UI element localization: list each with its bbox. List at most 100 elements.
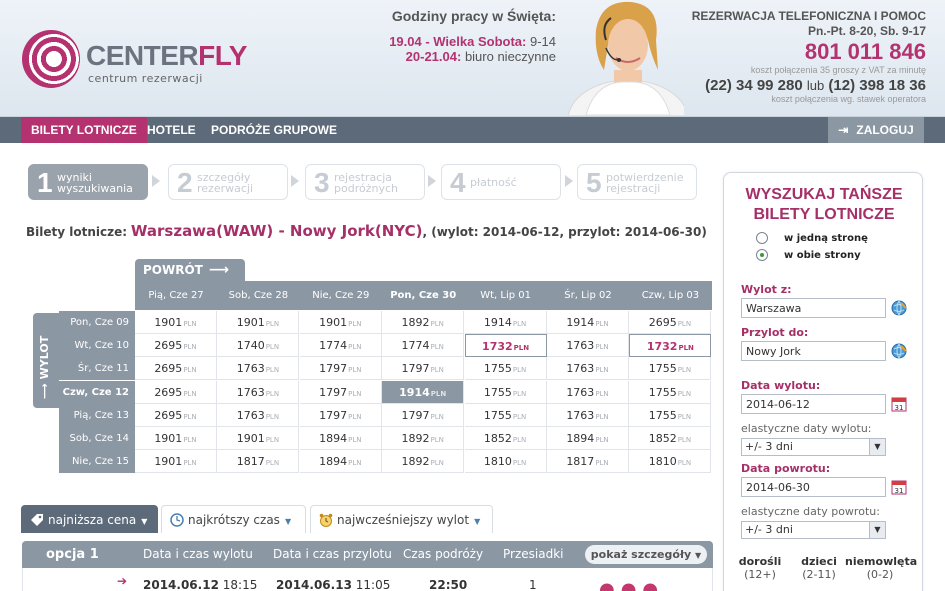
- return-date-header: Sob, Cze 28: [228, 290, 289, 301]
- price-cell[interactable]: 1763PLN: [217, 403, 300, 427]
- price-cell[interactable]: 1901PLN: [135, 311, 217, 334]
- price-cell[interactable]: 1817PLN: [547, 450, 629, 474]
- price-cell[interactable]: 1894PLN: [299, 427, 382, 450]
- nav-group-travel[interactable]: PODRÓŻE GRUPOWE: [201, 117, 347, 143]
- departure-date-label: Data wylotu:: [741, 379, 821, 392]
- return-date-header: Pon, Cze 30: [390, 290, 457, 301]
- price-cell[interactable]: 1740PLN: [217, 334, 300, 358]
- calendar-icon[interactable]: 31: [891, 396, 907, 412]
- price-cell[interactable]: 1763PLN: [547, 357, 629, 381]
- price-cell[interactable]: 1797PLN: [299, 380, 382, 404]
- price-cell[interactable]: 1755PLN: [629, 403, 712, 427]
- price-cell[interactable]: 2695PLN: [135, 403, 217, 427]
- chevron-down-icon: ▼: [284, 517, 292, 526]
- svg-text:31: 31: [895, 404, 904, 412]
- from-input[interactable]: Warszawa: [741, 298, 886, 318]
- price-cell[interactable]: 1763PLN: [217, 380, 300, 404]
- price-cell[interactable]: 2695PLN: [135, 357, 217, 381]
- round-trip-radio[interactable]: [756, 249, 768, 261]
- price-cell[interactable]: 1892PLN: [382, 311, 465, 334]
- price-cell[interactable]: 1852PLN: [464, 427, 547, 450]
- price-cell[interactable]: 1763PLN: [547, 403, 629, 427]
- departure-date-row-label: Sob, Cze 14: [59, 427, 135, 450]
- centerfly-logo[interactable]: CENTERFLY centrum rezerwacji: [22, 30, 282, 90]
- step-number: 4: [450, 167, 466, 198]
- price-cell[interactable]: 1797PLN: [299, 357, 382, 381]
- price-cell[interactable]: 1892PLN: [382, 427, 465, 450]
- route-dates: , (wylot: 2014-06-12, przylot: 2014-06-3…: [422, 225, 707, 239]
- price-cell[interactable]: 1894PLN: [547, 427, 629, 450]
- clock-icon: [170, 513, 184, 527]
- sort-lowest-price-tab[interactable]: najniższa cena ▼: [21, 505, 158, 533]
- price-cell[interactable]: 1901PLN: [135, 450, 217, 474]
- step-2: 2 szczegóły rezerwacji: [168, 164, 288, 200]
- price-cell[interactable]: 1914PLN: [382, 380, 465, 404]
- price-cell[interactable]: 1797PLN: [382, 357, 465, 381]
- price-cell[interactable]: 1755PLN: [464, 403, 547, 427]
- contact-title: REZERWACJA TELEFONICZNA I POMOC: [691, 9, 926, 23]
- price-cell[interactable]: 1755PLN: [629, 380, 712, 404]
- operator-cost-note: koszt połączenia wg. stawek operatora: [771, 94, 926, 104]
- departure-date-row-label: Pią, Cze 13: [59, 403, 135, 427]
- price-cell[interactable]: 1755PLN: [629, 357, 712, 381]
- price-cell[interactable]: 1763PLN: [217, 357, 300, 381]
- return-date-input[interactable]: 2014-06-30: [741, 477, 886, 497]
- route-destination: Nowy Jork(NYC): [289, 222, 423, 240]
- price-cell[interactable]: 2695PLN: [135, 334, 217, 358]
- price-cell[interactable]: 1810PLN: [464, 450, 547, 474]
- price-cell[interactable]: 1901PLN: [217, 427, 300, 450]
- price-cell[interactable]: 1797PLN: [299, 403, 382, 427]
- step-arrow-icon: [428, 175, 436, 187]
- price-cell[interactable]: 1901PLN: [135, 427, 217, 450]
- step-3: 3 rejestracja podróżnych: [305, 164, 425, 200]
- price-cell[interactable]: 1852PLN: [629, 427, 712, 450]
- globe-icon[interactable]: [891, 343, 907, 359]
- result-row[interactable]: ➔ 2014.06.12 18:15 2014.06.13 11:05 22:5…: [22, 568, 713, 591]
- step-1: 1 wyniki wyszukiwania: [28, 164, 148, 200]
- step-number: 1: [37, 167, 53, 198]
- calendar-icon[interactable]: 31: [891, 479, 907, 495]
- price-cell[interactable]: 2695PLN: [135, 380, 217, 404]
- price-cell[interactable]: 1755PLN: [464, 380, 547, 404]
- price-cell[interactable]: 1774PLN: [382, 334, 465, 358]
- price-cell[interactable]: 1914PLN: [464, 311, 547, 334]
- price-cell[interactable]: 1817PLN: [217, 450, 300, 474]
- price-cell[interactable]: 1810PLN: [629, 450, 712, 474]
- price-cell[interactable]: 1797PLN: [382, 403, 465, 427]
- route-origin: Warszawa(WAW): [130, 222, 274, 240]
- price-cell[interactable]: 1901PLN: [217, 311, 300, 334]
- sort-earliest-departure-tab[interactable]: najwcześniejszy wylot ▼: [310, 505, 493, 533]
- price-cell[interactable]: 1732PLN: [629, 334, 712, 358]
- sort-shortest-time-tab[interactable]: najkrótszy czas ▼: [161, 505, 306, 533]
- globe-icon[interactable]: [891, 300, 907, 316]
- one-way-radio[interactable]: [756, 232, 768, 244]
- price-cell[interactable]: 2695PLN: [629, 311, 712, 334]
- route-title: Bilety lotnicze: Warszawa(WAW) - Nowy Jo…: [26, 222, 707, 240]
- main-phone-number[interactable]: 801 011 846: [640, 39, 926, 65]
- price-cell[interactable]: 1732PLN: [464, 334, 547, 358]
- chevron-down-icon: ▼: [695, 551, 702, 560]
- price-cell[interactable]: 1763PLN: [547, 380, 629, 404]
- departure-date-input[interactable]: 2014-06-12: [741, 394, 886, 414]
- return-date-header: Pią, Cze 27: [148, 290, 204, 301]
- price-cell[interactable]: 1763PLN: [547, 334, 629, 358]
- step-label: rejestracja podróżnych: [334, 171, 398, 195]
- price-cell[interactable]: 1892PLN: [382, 450, 465, 474]
- price-cell[interactable]: 1894PLN: [299, 450, 382, 474]
- login-button[interactable]: ⇥ ZALOGUJ: [828, 117, 924, 143]
- nav-hotels[interactable]: HOTELE: [137, 117, 206, 143]
- nav-flights[interactable]: BILETY LOTNICZE: [21, 117, 147, 143]
- price-cell[interactable]: 1914PLN: [547, 311, 629, 334]
- flex-return-select[interactable]: +/- 3 dni ▼: [741, 521, 886, 539]
- alarm-clock-icon: [319, 513, 333, 527]
- sidebar-title: WYSZUKAJ TAŃSZE BILETY LOTNICZE: [745, 186, 903, 223]
- departure-date-row-label: Czw, Cze 12: [59, 380, 135, 404]
- to-input[interactable]: Nowy Jork: [741, 341, 886, 361]
- price-cell[interactable]: 1774PLN: [299, 334, 382, 358]
- show-details-button[interactable]: pokaż szczegóły ▼: [585, 545, 707, 564]
- flex-departure-label: elastyczne daty wylotu:: [741, 422, 872, 435]
- flex-departure-select[interactable]: +/- 3 dni ▼: [741, 438, 886, 456]
- flex-return-label: elastyczne daty powrotu:: [741, 505, 880, 518]
- price-cell[interactable]: 1755PLN: [464, 357, 547, 381]
- price-cell[interactable]: 1901PLN: [299, 311, 382, 334]
